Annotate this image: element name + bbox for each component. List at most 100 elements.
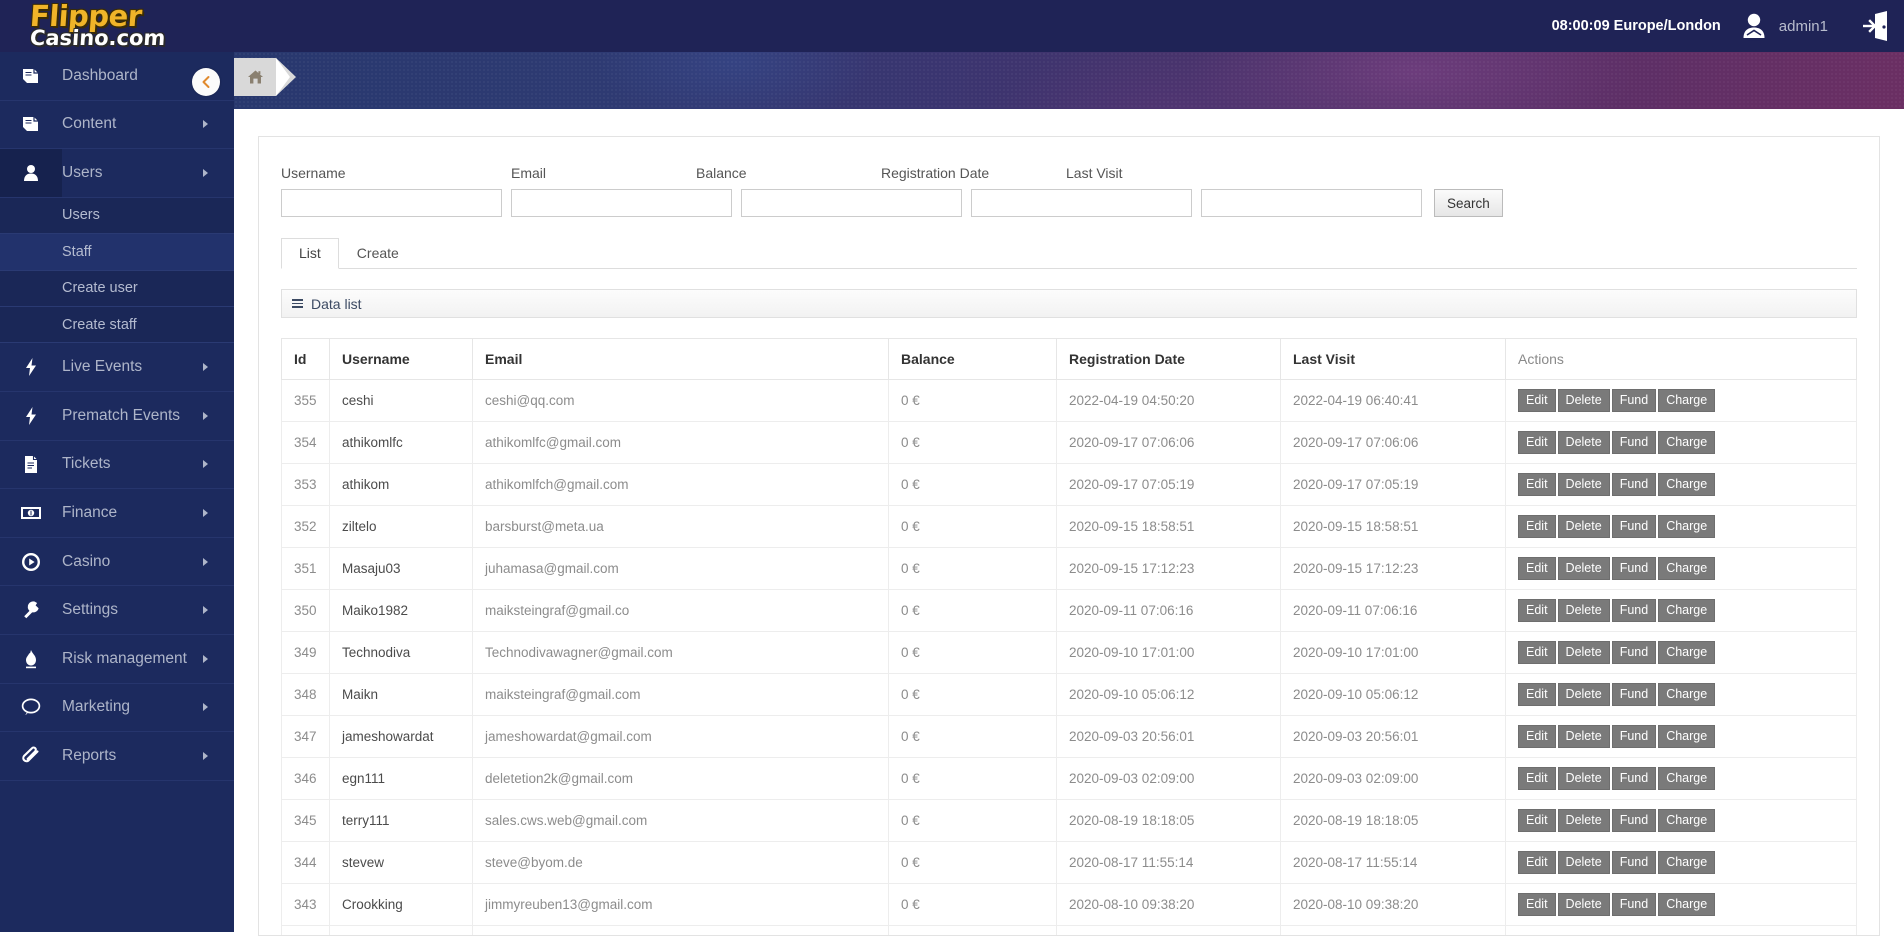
table-row[interactable]: 353 athikom athikomlfch@gmail.com 0 € 20… xyxy=(282,464,1857,506)
table-row[interactable]: 344 stevew steve@byom.de 0 € 2020-08-17 … xyxy=(282,842,1857,884)
delete-button[interactable]: Delete xyxy=(1558,851,1610,874)
th-last-visit[interactable]: Last Visit xyxy=(1281,339,1506,380)
edit-button[interactable]: Edit xyxy=(1518,473,1556,496)
delete-button[interactable]: Delete xyxy=(1558,767,1610,790)
brand-logo[interactable]: Flipper Casino.com xyxy=(30,3,220,49)
table-row[interactable]: 355 ceshi ceshi@qq.com 0 € 2022-04-19 04… xyxy=(282,380,1857,422)
registration-date-filter-input[interactable] xyxy=(971,189,1192,217)
sidebar-item-prematch-events[interactable]: Prematch Events xyxy=(0,392,234,441)
delete-button[interactable]: Delete xyxy=(1558,473,1610,496)
charge-button[interactable]: Charge xyxy=(1658,683,1715,706)
edit-button[interactable]: Edit xyxy=(1518,599,1556,622)
sidebar-item-content[interactable]: Content xyxy=(0,101,234,150)
fund-button[interactable]: Fund xyxy=(1612,809,1657,832)
email-filter-input[interactable] xyxy=(511,189,732,217)
charge-button[interactable]: Charge xyxy=(1658,515,1715,538)
balance-filter-input[interactable] xyxy=(741,189,962,217)
fund-button[interactable]: Fund xyxy=(1612,557,1657,580)
edit-button[interactable]: Edit xyxy=(1518,851,1556,874)
th-email[interactable]: Email xyxy=(473,339,889,380)
table-row[interactable]: 347 jameshowardat jameshowardat@gmail.co… xyxy=(282,716,1857,758)
fund-button[interactable]: Fund xyxy=(1612,851,1657,874)
charge-button[interactable]: Charge xyxy=(1658,809,1715,832)
current-username[interactable]: admin1 xyxy=(1779,18,1828,35)
charge-button[interactable]: Charge xyxy=(1658,557,1715,580)
edit-button[interactable]: Edit xyxy=(1518,893,1556,916)
charge-button[interactable]: Charge xyxy=(1658,893,1715,916)
th-balance[interactable]: Balance xyxy=(889,339,1057,380)
th-registration-date[interactable]: Registration Date xyxy=(1057,339,1281,380)
fund-button[interactable]: Fund xyxy=(1612,599,1657,622)
tab-list[interactable]: List xyxy=(281,238,339,269)
th-username[interactable]: Username xyxy=(330,339,473,380)
edit-button[interactable]: Edit xyxy=(1518,515,1556,538)
fund-button[interactable]: Fund xyxy=(1612,641,1657,664)
charge-button[interactable]: Charge xyxy=(1658,767,1715,790)
sidebar-item-settings[interactable]: Settings xyxy=(0,586,234,635)
edit-button[interactable]: Edit xyxy=(1518,641,1556,664)
sidebar-subitem-staff[interactable]: Staff xyxy=(0,234,234,270)
delete-button[interactable]: Delete xyxy=(1558,683,1610,706)
sidebar-collapse-button[interactable] xyxy=(192,68,220,96)
table-row[interactable]: 354 athikomlfc athikomlfc@gmail.com 0 € … xyxy=(282,422,1857,464)
edit-button[interactable]: Edit xyxy=(1518,431,1556,454)
table-row[interactable]: 350 Maiko1982 maiksteingraf@gmail.co 0 €… xyxy=(282,590,1857,632)
table-row[interactable]: 345 terry111 sales.cws.web@gmail.com 0 €… xyxy=(282,800,1857,842)
edit-button[interactable]: Edit xyxy=(1518,557,1556,580)
sidebar-item-risk-management[interactable]: Risk management xyxy=(0,635,234,684)
delete-button[interactable]: Delete xyxy=(1558,809,1610,832)
charge-button[interactable]: Charge xyxy=(1658,431,1715,454)
fund-button[interactable]: Fund xyxy=(1612,725,1657,748)
fund-button[interactable]: Fund xyxy=(1612,473,1657,496)
fund-button[interactable]: Fund xyxy=(1612,767,1657,790)
fund-button[interactable]: Fund xyxy=(1612,893,1657,916)
charge-button[interactable]: Charge xyxy=(1658,725,1715,748)
delete-button[interactable]: Delete xyxy=(1558,599,1610,622)
search-button[interactable]: Search xyxy=(1434,189,1503,217)
fund-button[interactable]: Fund xyxy=(1612,389,1657,412)
delete-button[interactable]: Delete xyxy=(1558,641,1610,664)
edit-button[interactable]: Edit xyxy=(1518,809,1556,832)
charge-button[interactable]: Charge xyxy=(1658,641,1715,664)
sidebar-item-reports[interactable]: Reports xyxy=(0,732,234,781)
sidebar-item-live-events[interactable]: Live Events xyxy=(0,343,234,392)
table-row[interactable]: 349 Technodiva Technodivawagner@gmail.co… xyxy=(282,632,1857,674)
table-row[interactable]: 351 Masaju03 juhamasa@gmail.com 0 € 2020… xyxy=(282,548,1857,590)
edit-button[interactable]: Edit xyxy=(1518,389,1556,412)
delete-button[interactable]: Delete xyxy=(1558,515,1610,538)
username-filter-input[interactable] xyxy=(281,189,502,217)
edit-button[interactable]: Edit xyxy=(1518,683,1556,706)
sidebar-item-users[interactable]: Users xyxy=(0,149,234,198)
edit-button[interactable]: Edit xyxy=(1518,725,1556,748)
charge-button[interactable]: Charge xyxy=(1658,389,1715,412)
edit-button[interactable]: Edit xyxy=(1518,767,1556,790)
fund-button[interactable]: Fund xyxy=(1612,683,1657,706)
sidebar-item-finance[interactable]: Finance xyxy=(0,489,234,538)
sidebar-subitem-create-user[interactable]: Create user xyxy=(0,271,234,307)
fund-button[interactable]: Fund xyxy=(1612,515,1657,538)
sidebar-subitem-users[interactable]: Users xyxy=(0,198,234,234)
logout-icon[interactable] xyxy=(1860,9,1890,43)
table-row[interactable]: 348 Maikn maiksteingraf@gmail.com 0 € 20… xyxy=(282,674,1857,716)
charge-button[interactable]: Charge xyxy=(1658,473,1715,496)
sidebar-item-tickets[interactable]: Tickets xyxy=(0,441,234,490)
table-row[interactable]: 352 ziltelo barsburst@meta.ua 0 € 2020-0… xyxy=(282,506,1857,548)
sidebar-item-casino[interactable]: Casino xyxy=(0,538,234,587)
table-row[interactable]: 342 Malte98 folwerk.malte@web.de 0 € 202… xyxy=(282,926,1857,936)
sidebar-item-marketing[interactable]: Marketing xyxy=(0,684,234,733)
last-visit-filter-input[interactable] xyxy=(1201,189,1422,217)
charge-button[interactable]: Charge xyxy=(1658,851,1715,874)
delete-button[interactable]: Delete xyxy=(1558,389,1610,412)
tab-create[interactable]: Create xyxy=(339,238,417,269)
delete-button[interactable]: Delete xyxy=(1558,431,1610,454)
sidebar-subitem-create-staff[interactable]: Create staff xyxy=(0,307,234,343)
delete-button[interactable]: Delete xyxy=(1558,893,1610,916)
breadcrumb-home-button[interactable] xyxy=(234,58,276,96)
fund-button[interactable]: Fund xyxy=(1612,431,1657,454)
charge-button[interactable]: Charge xyxy=(1658,599,1715,622)
table-row[interactable]: 343 Crookking jimmyreuben13@gmail.com 0 … xyxy=(282,884,1857,926)
th-id[interactable]: Id xyxy=(282,339,330,380)
table-row[interactable]: 346 egn111 deletetion2k@gmail.com 0 € 20… xyxy=(282,758,1857,800)
delete-button[interactable]: Delete xyxy=(1558,557,1610,580)
delete-button[interactable]: Delete xyxy=(1558,725,1610,748)
